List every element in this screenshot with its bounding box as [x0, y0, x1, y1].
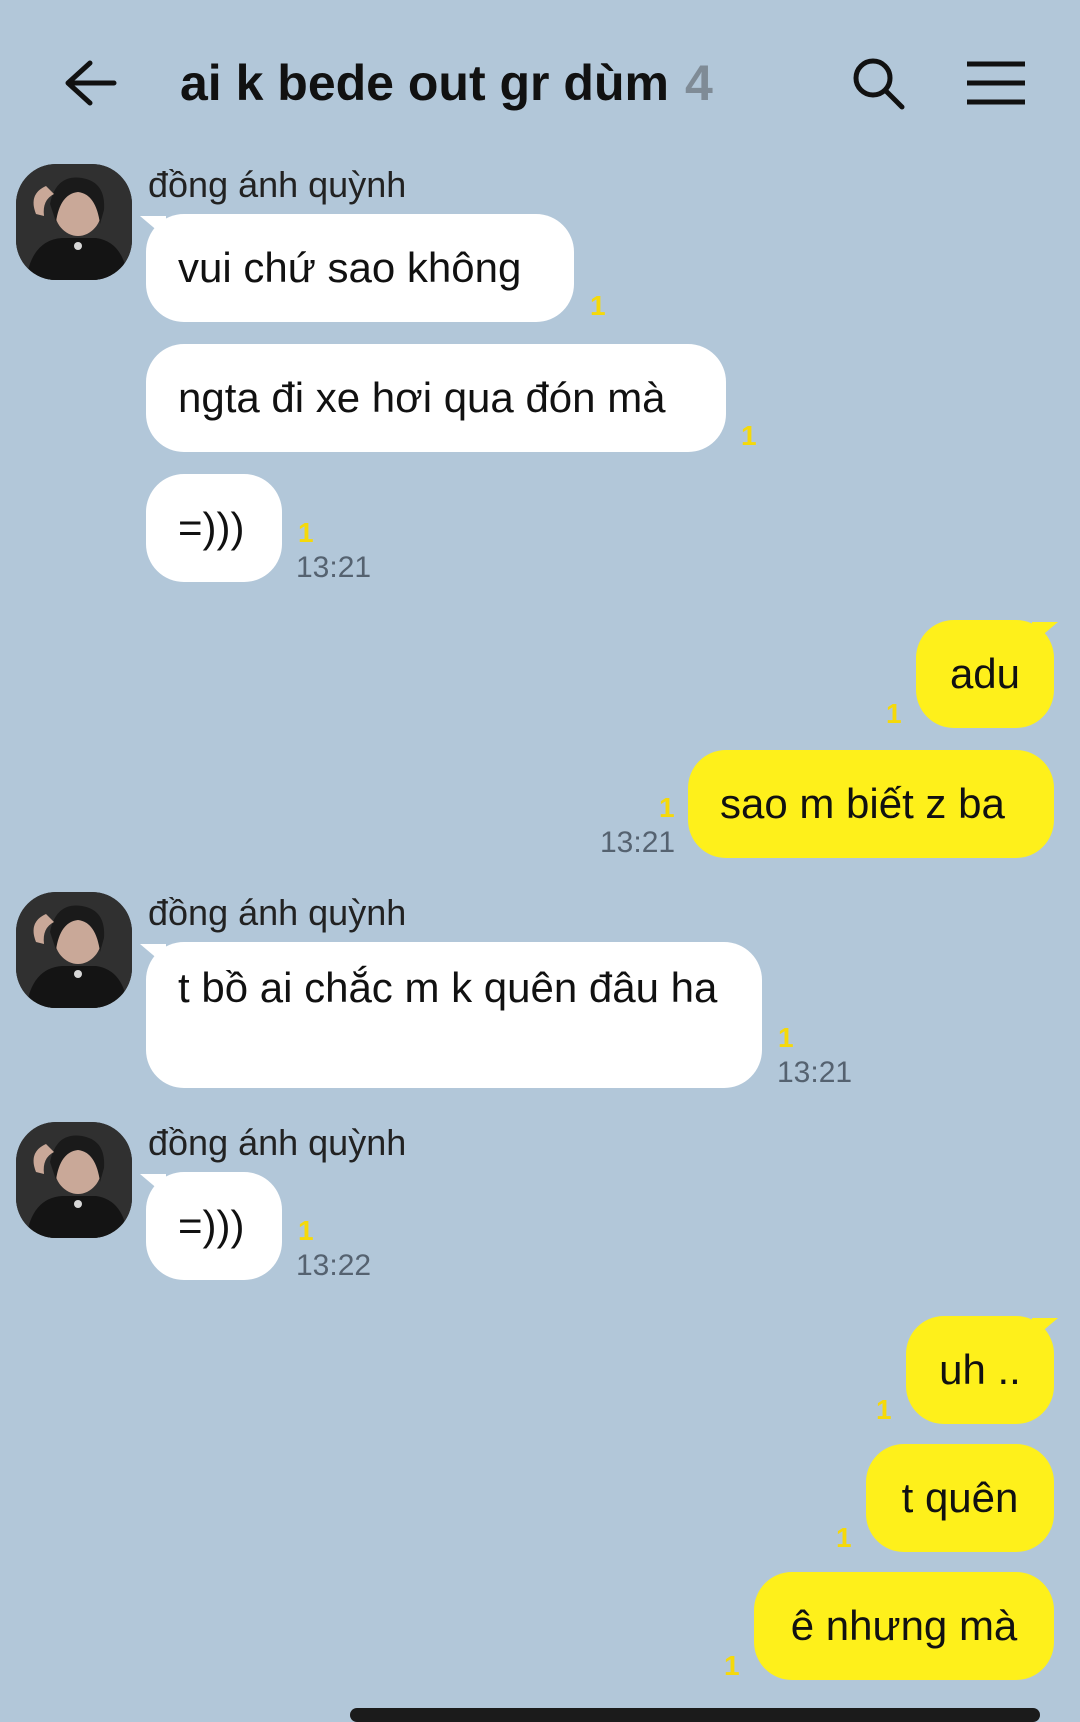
- member-count: 4: [684, 55, 713, 111]
- message-bubble[interactable]: t bồ ai chắc m k quên đâu ha: [146, 942, 762, 1088]
- bottom-handle: [350, 1708, 1040, 1722]
- hamburger-menu-icon: [967, 61, 1025, 105]
- arrow-left-icon: [65, 60, 117, 106]
- message-bubble[interactable]: ê nhưng mà: [754, 1572, 1054, 1680]
- unread-count: 1: [298, 517, 314, 548]
- message-time: 13:21: [600, 826, 676, 859]
- unread-count: 1: [778, 1022, 794, 1053]
- message-bubble[interactable]: ngta đi xe hơi qua đón mà: [146, 344, 726, 452]
- profile-photo-icon: [16, 1122, 132, 1238]
- message-time: 13:21: [777, 1056, 853, 1089]
- message-bubble[interactable]: vui chứ sao không: [146, 214, 574, 322]
- avatar[interactable]: [16, 164, 132, 280]
- chat-title-text: ai k bede out gr dùm: [180, 55, 669, 111]
- avatar[interactable]: [16, 1122, 132, 1238]
- search-icon: [853, 58, 905, 110]
- chat-header: ai k bede out gr dùm 4: [0, 0, 1080, 160]
- message-bubble[interactable]: uh ..: [906, 1316, 1054, 1424]
- sender-name: đồng ánh quỳnh: [148, 164, 407, 205]
- back-button[interactable]: [52, 48, 128, 118]
- message-time: 13:21: [296, 551, 372, 584]
- chat-title: ai k bede out gr dùm 4: [180, 48, 713, 118]
- unread-count: 1: [590, 290, 606, 321]
- avatar[interactable]: [16, 892, 132, 1008]
- menu-button[interactable]: [956, 48, 1036, 118]
- unread-count: 1: [886, 698, 902, 729]
- unread-count: 1: [298, 1215, 314, 1246]
- message-bubble[interactable]: =))): [146, 1172, 282, 1280]
- profile-photo-icon: [16, 892, 132, 1008]
- message-bubble[interactable]: sao m biết z ba: [688, 750, 1054, 858]
- message-time: 13:22: [296, 1249, 372, 1282]
- profile-photo-icon: [16, 164, 132, 280]
- search-button[interactable]: [840, 48, 916, 118]
- unread-count: 1: [836, 1522, 852, 1553]
- unread-count: 1: [659, 792, 675, 823]
- message-bubble[interactable]: t quên: [866, 1444, 1054, 1552]
- unread-count: 1: [876, 1394, 892, 1425]
- unread-count: 1: [741, 420, 757, 451]
- message-bubble[interactable]: =))): [146, 474, 282, 582]
- sender-name: đồng ánh quỳnh: [148, 1122, 407, 1163]
- unread-count: 1: [724, 1650, 740, 1681]
- message-bubble[interactable]: adu: [916, 620, 1054, 728]
- sender-name: đồng ánh quỳnh: [148, 892, 407, 933]
